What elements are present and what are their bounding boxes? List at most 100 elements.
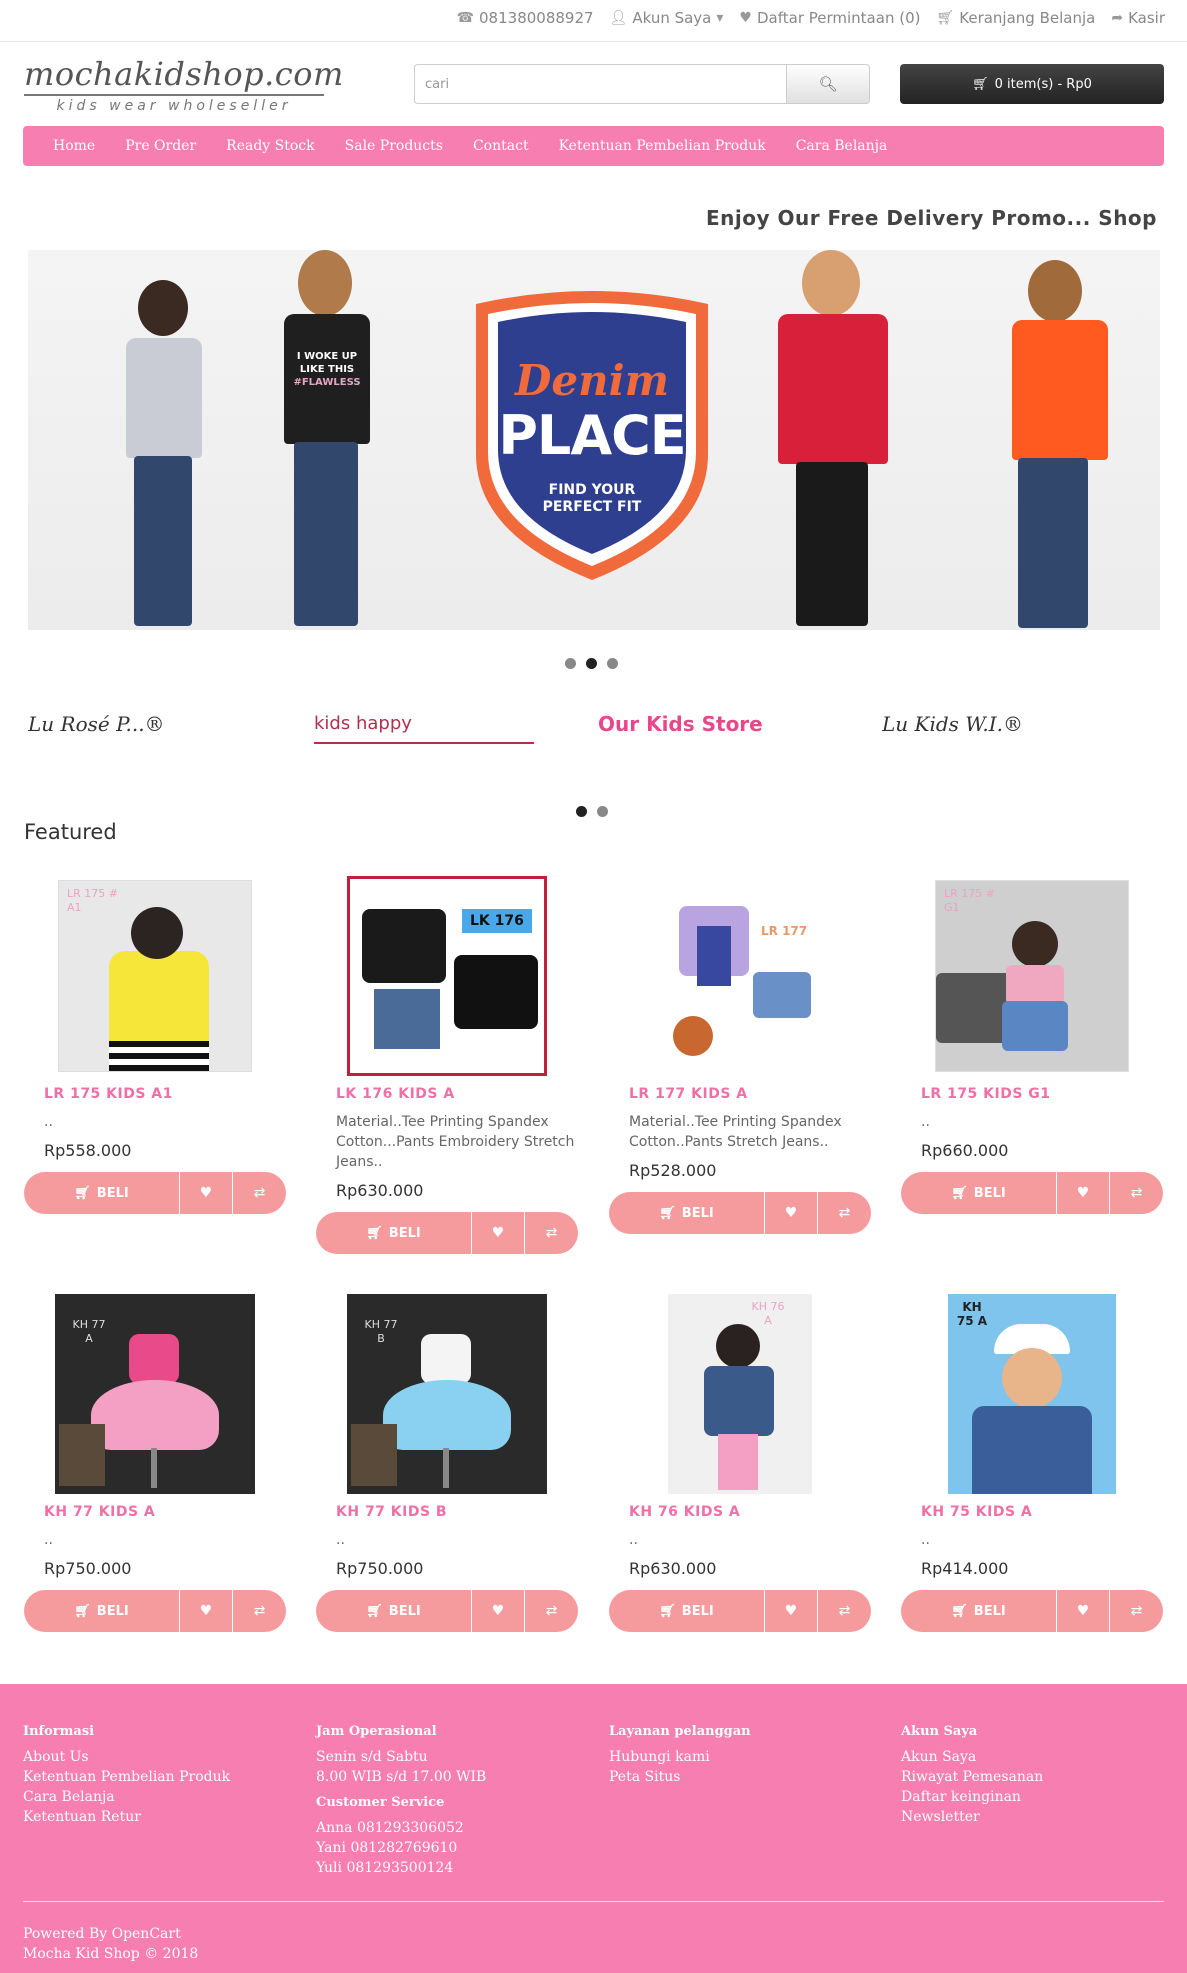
- footer-link-contact[interactable]: Hubungi kami: [609, 1747, 751, 1767]
- product-image[interactable]: LR 175 # G1: [901, 876, 1163, 1076]
- heart-icon: ♥: [1076, 1603, 1090, 1619]
- product-image[interactable]: LR 177: [609, 876, 871, 1076]
- compare-button[interactable]: ⇄: [525, 1212, 578, 1254]
- heart-icon: ♥: [491, 1603, 505, 1619]
- compare-button[interactable]: ⇄: [525, 1590, 578, 1632]
- compare-button[interactable]: ⇄: [233, 1590, 286, 1632]
- phone-link[interactable]: ☎ 081380088927: [457, 9, 594, 27]
- nav-sale-products[interactable]: Sale Products: [345, 138, 443, 154]
- footer-link-account[interactable]: Akun Saya: [901, 1747, 1043, 1767]
- add-to-cart-button[interactable]: 🛒︎ BELI: [316, 1212, 472, 1254]
- product-name[interactable]: LR 175 KIDS A1: [44, 1086, 173, 1102]
- cart-icon: 🛒︎: [659, 1603, 676, 1619]
- wishlist-button[interactable]: ♥: [765, 1590, 818, 1632]
- footer-link-sitemap[interactable]: Peta Situs: [609, 1767, 751, 1787]
- cart-icon: 🛒︎: [951, 1603, 968, 1619]
- product-price: Rp630.000: [336, 1181, 424, 1200]
- cart-link[interactable]: 🛒︎ Keranjang Belanja: [936, 9, 1095, 27]
- product-card: KH 76 A KH 76 KIDS A .. Rp630.000 🛒︎ BELI…: [609, 1294, 871, 1634]
- product-name[interactable]: KH 75 KIDS A: [921, 1504, 1032, 1520]
- wishlist-link[interactable]: ♥ Daftar Permintaan (0): [739, 9, 920, 27]
- promo-marquee: Enjoy Our Free Delivery Promo... Shop: [705, 206, 1157, 230]
- footer-link-terms[interactable]: Ketentuan Pembelian Produk: [23, 1767, 230, 1787]
- product-name[interactable]: KH 76 KIDS A: [629, 1504, 740, 1520]
- brand-dot-2[interactable]: [597, 806, 608, 817]
- heart-icon: ♥: [199, 1185, 213, 1201]
- brand-logo-1[interactable]: Lu Rosé P...®: [28, 704, 238, 744]
- footer-link-order-history[interactable]: Riwayat Pemesanan: [901, 1767, 1043, 1787]
- product-name[interactable]: LK 176 KIDS A: [336, 1086, 455, 1102]
- cart-icon: 🛒︎: [936, 10, 955, 26]
- product-image[interactable]: LR 175 # A1: [24, 876, 286, 1076]
- footer-account-heading: Akun Saya: [901, 1724, 978, 1739]
- product-description: Material..Tee Printing Spandex Cotton..P…: [629, 1114, 842, 1150]
- compare-button[interactable]: ⇄: [818, 1192, 871, 1234]
- banner-dot-3[interactable]: [607, 658, 618, 669]
- cart-button[interactable]: 🛒︎ 0 item(s) - Rp0: [900, 64, 1164, 104]
- wishlist-button[interactable]: ♥: [180, 1172, 233, 1214]
- product-image[interactable]: KH 77 B: [316, 1294, 578, 1494]
- add-to-cart-button[interactable]: 🛒︎ BELI: [901, 1590, 1057, 1632]
- product-image[interactable]: KH 76 A: [609, 1294, 871, 1494]
- cart-icon: 🛒︎: [74, 1603, 91, 1619]
- nav-contact[interactable]: Contact: [473, 138, 529, 154]
- logo-underline: [24, 94, 324, 96]
- product-card: KH 77 A KH 77 KIDS A .. Rp750.000 🛒︎ BELI…: [24, 1294, 286, 1634]
- footer-cs-contact: Anna 081293306052: [316, 1820, 464, 1836]
- nav-purchase-terms[interactable]: Ketentuan Pembelian Produk: [559, 138, 766, 154]
- product-image[interactable]: LK 176: [316, 876, 578, 1076]
- wishlist-button[interactable]: ♥: [765, 1192, 818, 1234]
- photo-label: KH 75 A: [956, 1300, 988, 1328]
- footer-link-about[interactable]: About Us: [23, 1747, 230, 1767]
- search-button[interactable]: 🔍︎: [786, 64, 870, 104]
- compare-button[interactable]: ⇄: [233, 1172, 286, 1214]
- cart-icon: 🛒︎: [972, 76, 989, 92]
- product-image[interactable]: KH 77 A: [24, 1294, 286, 1494]
- add-to-cart-button[interactable]: 🛒︎ BELI: [24, 1590, 180, 1632]
- product-actions: 🛒︎ BELI ♥ ⇄: [316, 1590, 578, 1632]
- wishlist-button[interactable]: ♥: [472, 1590, 525, 1632]
- brand-pagination: [576, 806, 608, 817]
- product-description: ..: [336, 1532, 345, 1548]
- nav-pre-order[interactable]: Pre Order: [125, 138, 196, 154]
- wishlist-button[interactable]: ♥: [1057, 1172, 1110, 1214]
- product-name[interactable]: LR 175 KIDS G1: [921, 1086, 1051, 1102]
- compare-button[interactable]: ⇄: [1110, 1172, 1163, 1214]
- product-name[interactable]: KH 77 KIDS B: [336, 1504, 447, 1520]
- account-dropdown[interactable]: 👤︎ Akun Saya ▾: [610, 9, 724, 27]
- add-to-cart-button[interactable]: 🛒︎ BELI: [609, 1192, 765, 1234]
- nav-home[interactable]: Home: [53, 138, 95, 154]
- product-name[interactable]: LR 177 KIDS A: [629, 1086, 748, 1102]
- footer-link-wishlist[interactable]: Daftar keinginan: [901, 1787, 1043, 1807]
- product-name[interactable]: KH 77 KIDS A: [44, 1504, 155, 1520]
- brand-logo-3[interactable]: Our Kids Store: [598, 704, 818, 744]
- product-actions: 🛒︎ BELI ♥ ⇄: [901, 1590, 1163, 1632]
- nav-how-to-shop[interactable]: Cara Belanja: [796, 138, 888, 154]
- search-input[interactable]: [414, 64, 786, 104]
- wishlist-button[interactable]: ♥: [472, 1212, 525, 1254]
- footer-link-how-to-shop[interactable]: Cara Belanja: [23, 1787, 230, 1807]
- product-image[interactable]: KH 75 A: [901, 1294, 1163, 1494]
- hero-banner[interactable]: I WOKE UP LIKE THIS #FLAWLESS Denim PLAC…: [28, 250, 1160, 630]
- checkout-link[interactable]: ➦ Kasir: [1111, 9, 1165, 27]
- add-to-cart-button[interactable]: 🛒︎ BELI: [901, 1172, 1057, 1214]
- site-logo[interactable]: mochakidshop.com kids wear wholeseller: [24, 56, 343, 114]
- add-to-cart-button[interactable]: 🛒︎ BELI: [24, 1172, 180, 1214]
- compare-button[interactable]: ⇄: [1110, 1590, 1163, 1632]
- powered-by-link[interactable]: Powered By OpenCart: [23, 1924, 198, 1944]
- banner-dot-2[interactable]: [586, 658, 597, 669]
- footer-link-newsletter[interactable]: Newsletter: [901, 1807, 1043, 1827]
- nav-ready-stock[interactable]: Ready Stock: [226, 138, 314, 154]
- banner-dot-1[interactable]: [565, 658, 576, 669]
- compare-button[interactable]: ⇄: [818, 1590, 871, 1632]
- brand-logo-2[interactable]: kids happy: [314, 704, 534, 744]
- brand-logo-4[interactable]: Lu Kids W.I.®: [882, 704, 1092, 744]
- cart-icon: 🛒︎: [74, 1185, 91, 1201]
- cart-icon: 🛒︎: [951, 1185, 968, 1201]
- wishlist-button[interactable]: ♥: [1057, 1590, 1110, 1632]
- add-to-cart-button[interactable]: 🛒︎ BELI: [609, 1590, 765, 1632]
- wishlist-button[interactable]: ♥: [180, 1590, 233, 1632]
- footer-link-returns[interactable]: Ketentuan Retur: [23, 1807, 230, 1827]
- add-to-cart-button[interactable]: 🛒︎ BELI: [316, 1590, 472, 1632]
- brand-dot-1[interactable]: [576, 806, 587, 817]
